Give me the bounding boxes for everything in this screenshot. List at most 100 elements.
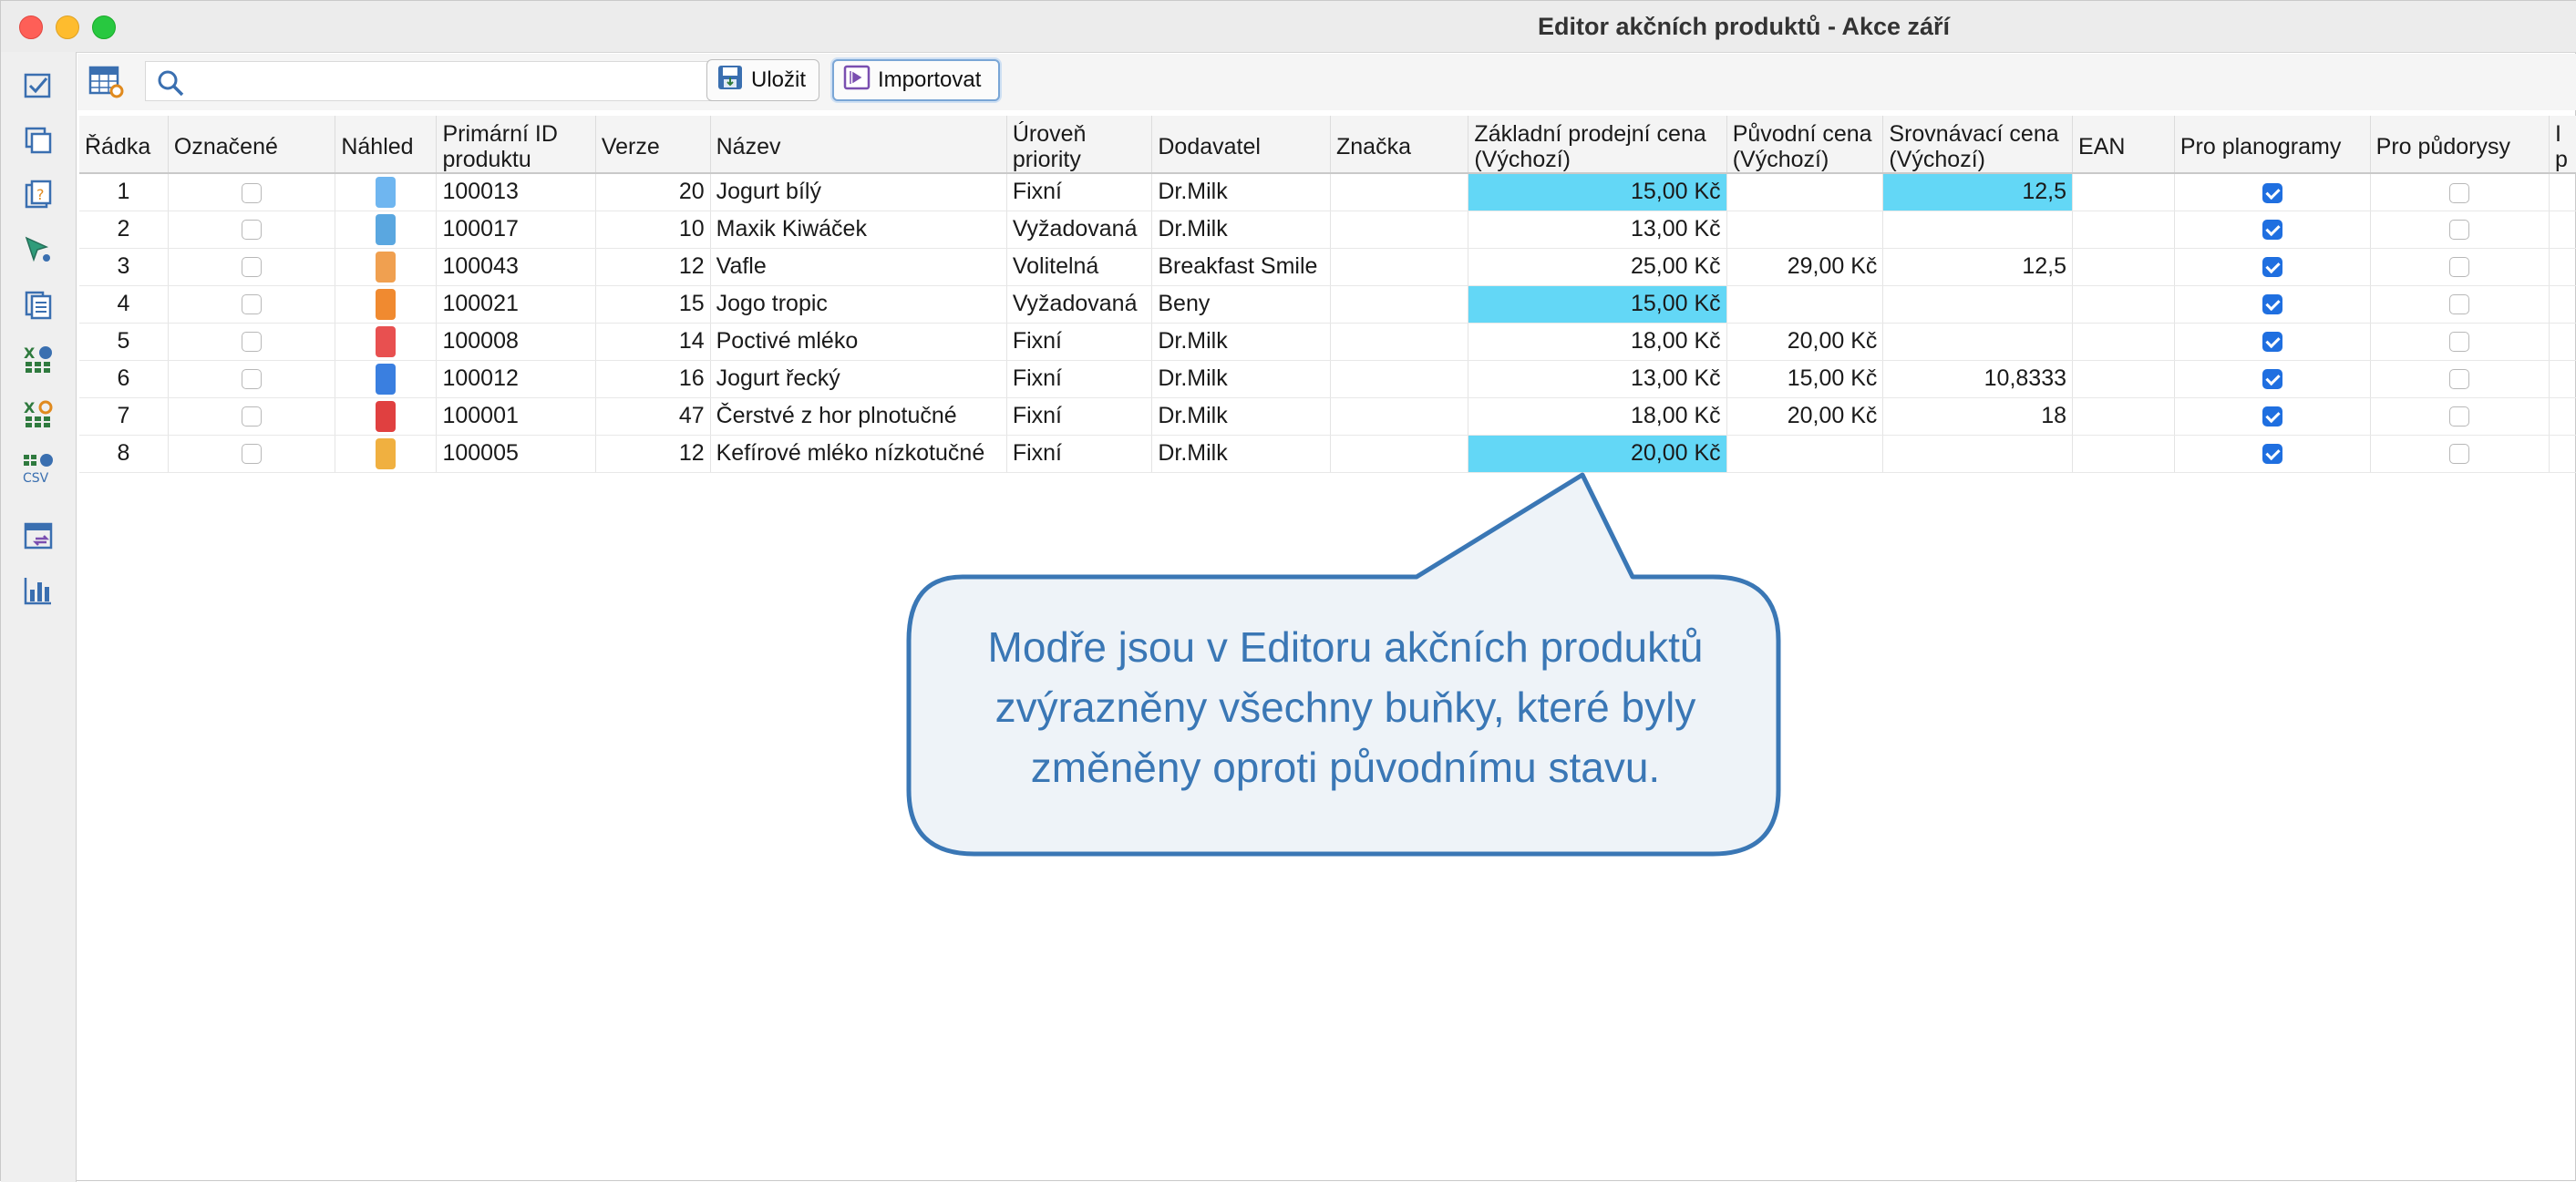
cell-puvodni-cena[interactable] — [1726, 435, 1884, 473]
oznacene-checkbox[interactable] — [242, 406, 263, 427]
cell-uroven[interactable]: Fixní — [1006, 173, 1153, 211]
pro-planogramy-checkbox[interactable] — [2262, 182, 2282, 203]
cell-znacka[interactable] — [1330, 173, 1469, 211]
col-header-ean[interactable]: EAN — [2072, 116, 2175, 174]
cell-oznacene[interactable] — [168, 435, 336, 473]
col-header-nazev[interactable]: Název — [710, 116, 1007, 174]
cell-nahled[interactable] — [335, 285, 438, 324]
oznacene-checkbox[interactable] — [242, 369, 263, 390]
cell-next[interactable] — [2549, 211, 2576, 249]
cell-puvodni-cena[interactable] — [1726, 285, 1884, 324]
cell-ean[interactable] — [2072, 211, 2175, 249]
cell-nahled[interactable] — [335, 397, 438, 436]
cell-uroven[interactable]: Vyžadovaná — [1006, 211, 1153, 249]
cell-dodavatel[interactable]: Dr.Milk — [1151, 397, 1331, 436]
pro-planogramy-checkbox[interactable] — [2262, 444, 2282, 465]
cell-oznacene[interactable] — [168, 173, 336, 211]
cell-ean[interactable] — [2072, 323, 2175, 361]
cell-dodavatel[interactable]: Dr.Milk — [1151, 360, 1331, 398]
cell-nahled[interactable] — [335, 173, 438, 211]
cell-ean[interactable] — [2072, 435, 2175, 473]
cell-uroven[interactable]: Volitelná — [1006, 248, 1153, 286]
oznacene-checkbox[interactable] — [242, 294, 263, 315]
cell-primarni-id[interactable]: 100001 — [436, 397, 596, 436]
cell-nazev[interactable]: Jogo tropic — [710, 285, 1007, 324]
cell-znacka[interactable] — [1330, 285, 1469, 324]
col-header-radka[interactable]: Řádka — [79, 116, 169, 174]
search-field[interactable] — [145, 61, 759, 101]
cell-nahled[interactable] — [335, 211, 438, 249]
cell-verze[interactable]: 10 — [595, 211, 711, 249]
cell-puvodni-cena[interactable]: 15,00 Kč — [1726, 360, 1884, 398]
pro-pudorysy-checkbox[interactable] — [2449, 369, 2470, 390]
excel-import-icon[interactable]: X — [19, 340, 57, 378]
import-button[interactable]: Importovat — [832, 59, 1000, 101]
cell-radka[interactable]: 3 — [79, 248, 169, 286]
cell-puvodni-cena[interactable]: 20,00 Kč — [1726, 323, 1884, 361]
cell-pro-planogramy[interactable] — [2174, 211, 2371, 249]
cell-nazev[interactable]: Jogurt řecký — [710, 360, 1007, 398]
cell-pro-planogramy[interactable] — [2174, 173, 2371, 211]
cell-zakladni-cena[interactable]: 18,00 Kč — [1468, 323, 1727, 361]
document-list-icon[interactable] — [19, 285, 57, 324]
cell-next[interactable] — [2549, 435, 2576, 473]
col-header-znacka[interactable]: Značka — [1330, 116, 1469, 174]
cell-pro-planogramy[interactable] — [2174, 323, 2371, 361]
cell-srovnavaci-cena[interactable]: 12,5 — [1882, 173, 2074, 211]
cell-radka[interactable]: 2 — [79, 211, 169, 249]
col-header-pro-planogramy[interactable]: Pro planogramy — [2174, 116, 2371, 174]
table-row[interactable]: 3 100043 12 Vafle Volitelná Breakfast Smile 25… — [79, 248, 2576, 286]
excel-settings-icon[interactable]: X — [19, 395, 57, 433]
cell-radka[interactable]: 7 — [79, 397, 169, 436]
cell-ean[interactable] — [2072, 360, 2175, 398]
cell-srovnavaci-cena[interactable]: 12,5 — [1882, 248, 2074, 286]
cell-zakladni-cena[interactable]: 13,00 Kč — [1468, 360, 1727, 398]
col-header-oznacene[interactable]: Označené — [168, 116, 336, 174]
cell-oznacene[interactable] — [168, 397, 336, 436]
cell-puvodni-cena[interactable]: 29,00 Kč — [1726, 248, 1884, 286]
pro-planogramy-checkbox[interactable] — [2262, 294, 2282, 315]
cell-pro-pudorysy[interactable] — [2370, 173, 2550, 211]
cell-verze[interactable]: 12 — [595, 435, 711, 473]
oznacene-checkbox[interactable] — [242, 257, 263, 278]
cell-dodavatel[interactable]: Dr.Milk — [1151, 323, 1331, 361]
cell-radka[interactable]: 6 — [79, 360, 169, 398]
cell-nazev[interactable]: Čerstvé z hor plnotučné — [710, 397, 1007, 436]
cell-next[interactable] — [2549, 323, 2576, 361]
table-row[interactable]: 7 100001 47 Čerstvé z hor plnotučné Fixní Dr.… — [79, 397, 2576, 436]
cell-srovnavaci-cena[interactable]: 10,8333 — [1882, 360, 2074, 398]
cell-pro-pudorysy[interactable] — [2370, 211, 2550, 249]
cell-zakladni-cena[interactable]: 20,00 Kč — [1468, 435, 1727, 473]
col-header-primarni-id[interactable]: Primární ID produktu — [436, 116, 596, 174]
cell-znacka[interactable] — [1330, 248, 1469, 286]
cell-primarni-id[interactable]: 100008 — [436, 323, 596, 361]
cell-verze[interactable]: 16 — [595, 360, 711, 398]
cell-nazev[interactable]: Kefírové mléko nízkotučné — [710, 435, 1007, 473]
cell-dodavatel[interactable]: Dr.Milk — [1151, 435, 1331, 473]
cell-next[interactable] — [2549, 360, 2576, 398]
cell-srovnavaci-cena[interactable]: 18 — [1882, 397, 2074, 436]
cell-radka[interactable]: 4 — [79, 285, 169, 324]
cell-nahled[interactable] — [335, 360, 438, 398]
close-window-button[interactable] — [19, 15, 43, 39]
cell-verze[interactable]: 14 — [595, 323, 711, 361]
cell-primarni-id[interactable]: 100005 — [436, 435, 596, 473]
cell-pro-pudorysy[interactable] — [2370, 435, 2550, 473]
oznacene-checkbox[interactable] — [242, 332, 263, 353]
cell-oznacene[interactable] — [168, 248, 336, 286]
cell-znacka[interactable] — [1330, 435, 1469, 473]
pro-planogramy-checkbox[interactable] — [2262, 369, 2282, 390]
pro-planogramy-checkbox[interactable] — [2262, 332, 2282, 353]
cell-next[interactable] — [2549, 397, 2576, 436]
cell-zakladni-cena[interactable]: 25,00 Kč — [1468, 248, 1727, 286]
cell-next[interactable] — [2549, 285, 2576, 324]
cell-radka[interactable]: 1 — [79, 173, 169, 211]
csv-import-icon[interactable]: CSV — [19, 449, 57, 488]
cell-pro-pudorysy[interactable] — [2370, 360, 2550, 398]
oznacene-checkbox[interactable] — [242, 220, 263, 241]
cell-uroven[interactable]: Fixní — [1006, 360, 1153, 398]
cell-zakladni-cena[interactable]: 15,00 Kč — [1468, 173, 1727, 211]
cursor-select-icon[interactable] — [19, 231, 57, 269]
col-header-zakladni-cena[interactable]: Základní prodejní cena (Výchozí) — [1468, 116, 1727, 174]
table-row[interactable]: 6 100012 16 Jogurt řecký Fixní Dr.Milk 13,00 K… — [79, 360, 2576, 398]
